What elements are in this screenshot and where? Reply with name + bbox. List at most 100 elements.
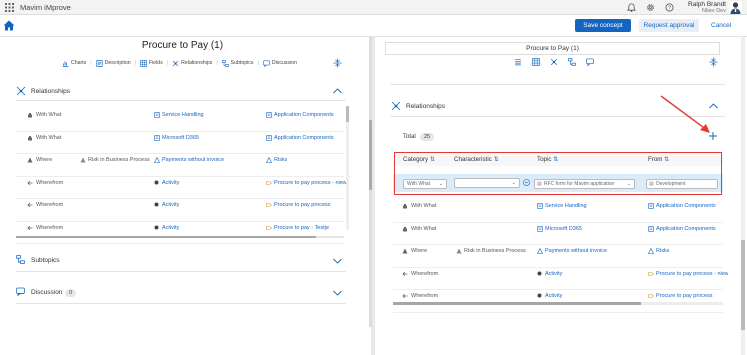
- row-topic-link[interactable]: Service Handling: [545, 203, 587, 209]
- row-from-link[interactable]: Application Components: [656, 203, 716, 209]
- relationships-icon[interactable]: [550, 58, 558, 66]
- row-topic-link[interactable]: Payments without invoice: [162, 157, 224, 163]
- table-row[interactable]: Wherefrom Activity Procure to pay - Test…: [16, 222, 344, 244]
- app-name: Mavim iMprove: [20, 3, 71, 12]
- tab-relationships-label: Relationships: [181, 60, 213, 66]
- chevron-down-icon[interactable]: [333, 258, 342, 264]
- collapse-all-icon[interactable]: [709, 57, 718, 67]
- row-topic-link[interactable]: Microsoft D365: [545, 226, 582, 232]
- chart-icon: [62, 61, 69, 67]
- row-topic-link[interactable]: Activity: [162, 202, 179, 208]
- collapse-all-icon[interactable]: [333, 58, 342, 68]
- discussion-icon[interactable]: [586, 58, 594, 66]
- help-icon[interactable]: ?: [665, 3, 674, 12]
- description-icon: [96, 59, 103, 67]
- subtopics-icon[interactable]: [568, 58, 576, 66]
- row-from-link[interactable]: Application Components: [656, 226, 716, 232]
- right-scrollbar[interactable]: [741, 240, 745, 330]
- tab-subtopics[interactable]: Subtopics: [221, 59, 253, 67]
- row-from-link[interactable]: Procure to pay process: [274, 202, 331, 208]
- topic-icon: [537, 225, 543, 232]
- description-icon[interactable]: [514, 58, 522, 66]
- tab-description[interactable]: Description: [96, 59, 131, 67]
- discussion-icon: [16, 287, 25, 296]
- row-from-link[interactable]: Procure to pay process - niew: [274, 180, 347, 186]
- row-topic-link[interactable]: Payments without invoice: [545, 248, 607, 254]
- tab-charts[interactable]: Charts: [62, 60, 86, 67]
- row-category: With What: [411, 225, 437, 232]
- row-characteristic: Risk in Business Process: [464, 248, 526, 254]
- tab-fields[interactable]: Fields: [140, 59, 163, 67]
- row-from-link[interactable]: Application Components: [274, 135, 334, 141]
- tab-discussion-label: Discussion: [271, 60, 297, 66]
- row-category: Where: [411, 248, 428, 254]
- table-row[interactable]: With What Service Handling Application C…: [16, 109, 344, 132]
- tab-description-label: Description: [104, 60, 131, 66]
- user-info[interactable]: Ralph Brandt Nbev Dev: [683, 1, 726, 14]
- discussion-icon: [263, 60, 270, 67]
- table-row[interactable]: With What Microsoft D365 Application Com…: [393, 223, 723, 245]
- from-icon: [266, 225, 272, 231]
- left-hscrollbar[interactable]: [16, 236, 316, 238]
- from-icon: [266, 134, 272, 141]
- chevron-up-icon[interactable]: [333, 88, 342, 94]
- tab-separator: |: [166, 60, 169, 66]
- divider: [16, 303, 346, 304]
- table-row[interactable]: Where Risk in Business Process Payments …: [16, 154, 344, 177]
- save-concept-button[interactable]: Save concept: [575, 19, 631, 32]
- from-icon: [648, 248, 654, 254]
- from-icon: [266, 180, 272, 186]
- right-hscrollbar[interactable]: [393, 302, 641, 305]
- table-row[interactable]: With What Service Handling Application C…: [393, 200, 723, 223]
- app-launcher-icon[interactable]: [5, 3, 14, 12]
- relationships-section-title: Relationships: [31, 88, 71, 95]
- avatar[interactable]: [729, 1, 742, 14]
- row-from-link[interactable]: Risks: [656, 248, 669, 254]
- table-row[interactable]: Wherefrom Activity Procure to pay proces…: [16, 177, 347, 199]
- bell-icon[interactable]: [627, 3, 636, 12]
- tab-discussion[interactable]: Discussion: [263, 60, 297, 67]
- from-icon: [648, 225, 654, 232]
- fields-icon[interactable]: [532, 58, 540, 66]
- topic-icon: [154, 112, 160, 118]
- cancel-button[interactable]: Cancel: [711, 20, 731, 31]
- table-row[interactable]: Wherefrom Activity Procure to pay proces…: [16, 199, 344, 222]
- home-icon[interactable]: [3, 20, 15, 31]
- table-row[interactable]: Where Risk in Business Process Payments …: [393, 245, 723, 268]
- relationships-section-icon: [391, 101, 401, 111]
- warning-icon: [80, 157, 86, 163]
- tab-relationships[interactable]: Relationships: [172, 60, 212, 67]
- table-row[interactable]: With What Microsoft D365 Application Com…: [16, 132, 344, 154]
- relationships-section-icon: [16, 86, 26, 96]
- left-scrollbar[interactable]: [369, 120, 372, 190]
- row-topic-link[interactable]: Microsoft D365: [162, 135, 199, 141]
- row-topic-link[interactable]: Activity: [545, 271, 562, 277]
- table-row[interactable]: Wherefrom Activity Procure to pay proces…: [393, 268, 728, 290]
- fields-icon: [140, 59, 147, 67]
- warning-icon: [456, 248, 462, 254]
- topic-icon: [537, 203, 543, 209]
- row-from-link[interactable]: Risks: [274, 157, 287, 163]
- row-topic-link[interactable]: Activity: [162, 225, 179, 231]
- row-topic-link[interactable]: Activity: [545, 293, 562, 299]
- topic-icon: [154, 134, 160, 141]
- divider: [16, 100, 346, 101]
- tab-separator: |: [257, 60, 259, 66]
- gear-icon[interactable]: [646, 3, 655, 12]
- category-icon: [402, 248, 408, 254]
- chevron-down-icon[interactable]: [333, 290, 342, 296]
- row-from-link[interactable]: Application Components: [274, 112, 334, 118]
- left-inner-scrollbar[interactable]: [346, 106, 349, 122]
- tab-separator: |: [90, 60, 92, 66]
- category-icon: [27, 135, 33, 141]
- total-count-badge: 25: [420, 133, 434, 141]
- discussion-section-title: Discussion: [31, 289, 63, 296]
- left-inner-scroll-track: [346, 106, 349, 230]
- row-topic-link[interactable]: Activity: [162, 180, 179, 186]
- request-approval-button[interactable]: Request approval: [639, 19, 699, 32]
- row-from-link[interactable]: Procure to pay process: [656, 293, 713, 299]
- row-topic-link[interactable]: Service Handling: [162, 112, 204, 118]
- total-label: Total: [403, 134, 416, 140]
- row-from-link[interactable]: Procure to pay process - niew: [656, 271, 728, 277]
- row-from-link[interactable]: Procure to pay - Testje: [274, 225, 329, 231]
